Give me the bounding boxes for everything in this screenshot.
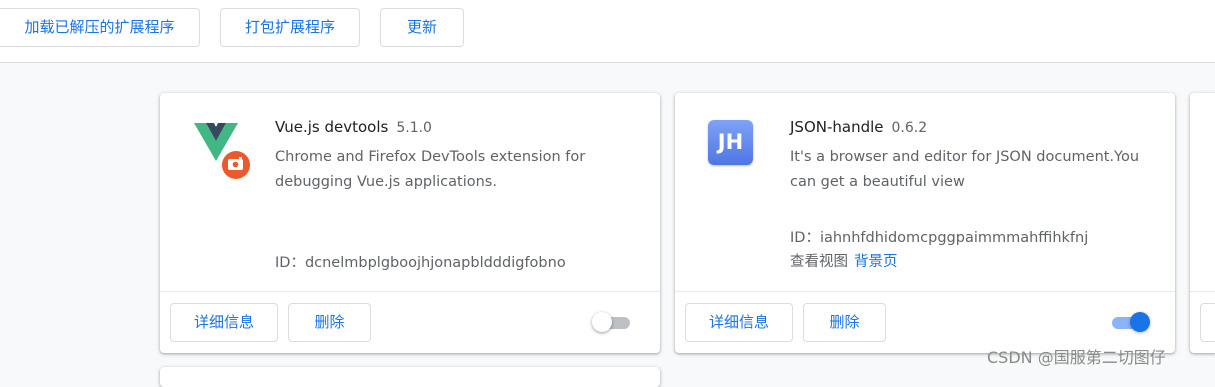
details-button[interactable]: 详细信息 <box>170 303 278 342</box>
extension-id: ID：dcnelmbplgboojhjonapbldddigfobno <box>275 255 566 271</box>
background-page-link[interactable]: 背景页 <box>854 254 898 270</box>
load-unpacked-button[interactable]: 加载已解压的扩展程序 <box>0 8 200 47</box>
inspect-views: 查看视图 背景页 <box>790 250 898 271</box>
jh-logo-icon: JH <box>708 120 753 165</box>
pack-extension-button[interactable]: 打包扩展程序 <box>220 8 360 47</box>
extension-description: Chrome and Firefox DevTools extension fo… <box>275 149 586 190</box>
remove-button[interactable]: 删除 <box>803 303 886 342</box>
extension-name: Vue.js devtools <box>275 118 389 136</box>
extension-card-partial <box>1190 93 1215 353</box>
extension-card-next-row <box>160 367 660 387</box>
card-footer <box>1190 291 1215 353</box>
details-button[interactable]: 详细信息 <box>685 303 793 342</box>
toggle-knob <box>592 312 612 332</box>
extension-version: 0.6.2 <box>891 120 928 136</box>
jh-logo-text: JH <box>717 130 744 154</box>
vue-logo-icon <box>192 121 252 181</box>
inspect-views-label: 查看视图 <box>790 254 848 270</box>
enable-toggle[interactable] <box>592 312 632 332</box>
enable-toggle[interactable] <box>1110 312 1150 332</box>
extension-description: It's a browser and editor for JSON docum… <box>790 149 1140 190</box>
card-footer: 详细信息 删除 <box>160 291 660 353</box>
extension-version: 5.1.0 <box>396 120 432 136</box>
extension-card-json-handle: JH JSON-handle 0.6.2 It's a browser and e… <box>675 93 1175 353</box>
remove-button[interactable]: 删除 <box>288 303 371 342</box>
details-button-partial[interactable] <box>1200 303 1215 342</box>
update-button[interactable]: 更新 <box>380 8 464 47</box>
extension-name: JSON-handle <box>790 118 884 136</box>
toolbar: 加载已解压的扩展程序 打包扩展程序 更新 <box>0 0 1215 63</box>
extension-id: ID：iahnhfdhidomcpggpaimmmahffihkfnj <box>790 230 1089 246</box>
extension-card-vue-devtools: Vue.js devtools 5.1.0 Chrome and Firefox … <box>160 93 660 353</box>
toggle-knob <box>1130 312 1150 332</box>
watermark: CSDN @国服第二切图仔 <box>987 348 1166 367</box>
